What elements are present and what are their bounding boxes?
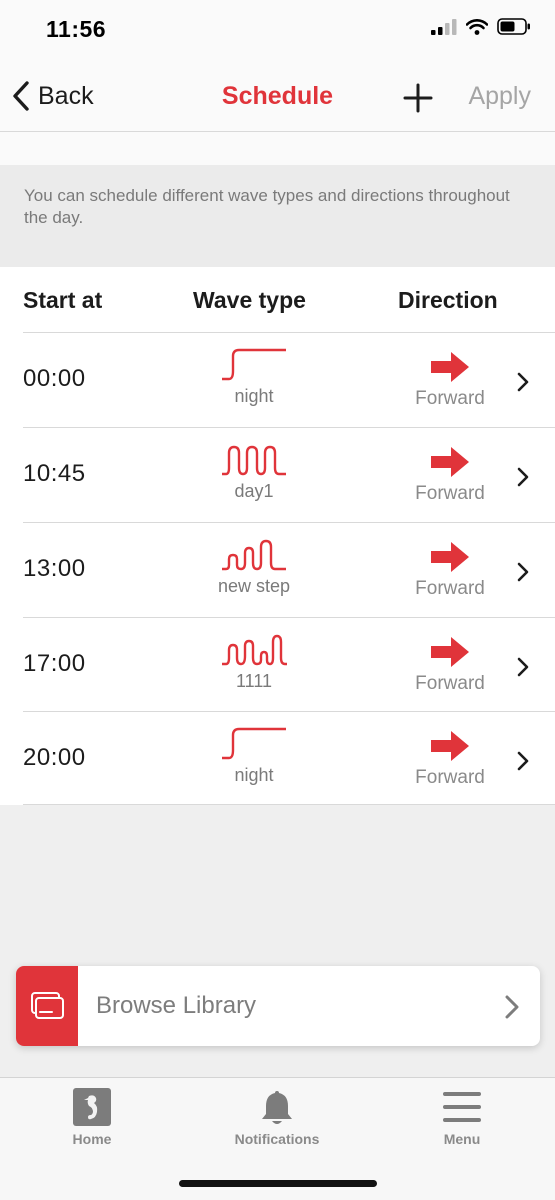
chevron-right-icon	[517, 372, 529, 392]
apply-button[interactable]: Apply	[468, 82, 531, 111]
row-direction: Forward	[415, 673, 485, 694]
schedule-row[interactable]: 10:45 day1 Forward	[0, 428, 555, 523]
tab-notifications-label: Notifications	[234, 1131, 320, 1147]
header-start-at: Start at	[23, 287, 103, 313]
tab-notifications[interactable]: Notifications	[197, 1078, 357, 1158]
home-indicator[interactable]	[179, 1180, 377, 1187]
hamburger-icon	[443, 1092, 481, 1122]
tab-home-label: Home	[72, 1131, 112, 1147]
browse-library-button[interactable]: Browse Library	[16, 966, 540, 1046]
seahorse-icon	[73, 1088, 111, 1126]
wifi-icon	[466, 18, 488, 35]
schedule-row[interactable]: 20:00 night Forward	[0, 712, 555, 807]
row-wave-type: night	[234, 765, 274, 785]
schedule-row[interactable]: 17:00 1111 Forward	[0, 618, 555, 713]
schedule-row[interactable]: 13:00 new step Forward	[0, 523, 555, 618]
row-direction: Forward	[415, 767, 485, 788]
step-wave-icon	[222, 727, 286, 760]
bell-icon	[262, 1091, 292, 1124]
tab-menu[interactable]: Menu	[382, 1078, 542, 1158]
row-direction: Forward	[415, 483, 485, 504]
row-start-time: 20:00	[23, 744, 86, 771]
chevron-right-icon	[517, 657, 529, 677]
row-wave-type: night	[234, 386, 274, 406]
library-icon-box	[16, 966, 78, 1046]
rising-pulse-wave-icon	[222, 539, 286, 571]
back-label: Back	[38, 81, 94, 110]
table-header: Start at Wave type Direction	[0, 267, 555, 333]
info-box: You can schedule different wave types an…	[0, 165, 555, 267]
status-icons	[431, 18, 531, 35]
row-wave-type: 1111	[235, 671, 273, 691]
chevron-right-icon	[517, 751, 529, 771]
row-start-time: 17:00	[23, 650, 86, 677]
irregular-pulse-wave-icon	[222, 634, 287, 666]
library-icon	[31, 992, 64, 1019]
row-direction: Forward	[415, 578, 485, 599]
arrow-right-icon	[431, 352, 469, 382]
row-direction: Forward	[415, 388, 485, 409]
tab-home[interactable]: Home	[12, 1078, 172, 1158]
battery-icon	[497, 18, 530, 35]
status-time: 11:56	[46, 16, 107, 42]
chevron-right-icon	[517, 562, 529, 582]
schedule-table: Start at Wave type Direction 00:00 night…	[0, 267, 555, 805]
arrow-right-icon	[431, 731, 469, 761]
chevron-right-icon	[505, 995, 519, 1019]
browse-library-label: Browse Library	[96, 992, 257, 1019]
row-start-time: 13:00	[23, 555, 86, 582]
step-wave-icon	[222, 348, 286, 381]
chevron-left-icon	[13, 81, 29, 111]
cellular-signal-icon	[431, 18, 457, 35]
schedule-row[interactable]: 00:00 night Forward	[0, 333, 555, 428]
header-wave-type: Wave type	[193, 287, 306, 313]
row-start-time: 10:45	[23, 460, 86, 487]
arrow-right-icon	[431, 542, 469, 572]
row-start-time: 00:00	[23, 365, 86, 392]
row-wave-type: new step	[217, 576, 291, 596]
header-direction: Direction	[398, 287, 498, 313]
header-spacer	[0, 132, 555, 165]
square-pulse-wave-icon	[222, 445, 286, 476]
row-wave-type: day1	[234, 481, 274, 501]
add-schedule-button[interactable]	[402, 82, 434, 114]
schedule-screen: 11:56 Back Schedule Apply You can schedu…	[0, 0, 555, 1200]
chevron-right-icon	[517, 467, 529, 487]
status-bar: 11:56	[0, 0, 555, 58]
divider	[23, 804, 555, 805]
back-button[interactable]: Back	[10, 80, 94, 112]
navigation-bar: Back Schedule Apply	[0, 58, 555, 132]
arrow-right-icon	[431, 447, 469, 477]
tab-menu-label: Menu	[443, 1131, 481, 1147]
arrow-right-icon	[431, 637, 469, 667]
info-text: You can schedule different wave types an…	[24, 186, 510, 227]
